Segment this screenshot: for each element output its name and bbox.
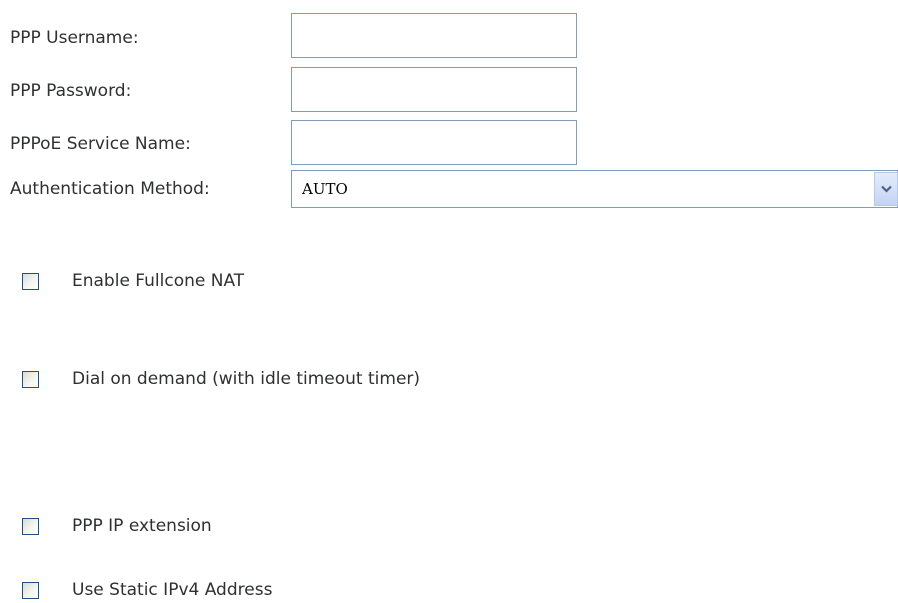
dial-on-demand-checkbox[interactable]	[22, 371, 39, 388]
ppp-settings-form: PPP Username: PPP Password: PPPoE Servic…	[0, 0, 898, 603]
dropdown-button[interactable]	[874, 172, 898, 206]
ppp-password-label: PPP Password:	[10, 81, 132, 101]
ppp-password-input[interactable]	[291, 67, 577, 112]
ppp-username-label: PPP Username:	[10, 28, 139, 48]
static-ipv4-checkbox[interactable]	[22, 582, 39, 599]
chevron-down-icon	[881, 185, 892, 193]
authentication-method-select[interactable]: AUTO	[291, 170, 898, 208]
pppoe-service-name-label: PPPoE Service Name:	[10, 134, 191, 154]
ppp-ip-extension-label: PPP IP extension	[72, 516, 212, 536]
ppp-ip-extension-checkbox[interactable]	[22, 518, 39, 535]
static-ipv4-label: Use Static IPv4 Address	[72, 580, 273, 600]
pppoe-service-name-input[interactable]	[291, 120, 577, 165]
fullcone-nat-checkbox[interactable]	[22, 273, 39, 290]
fullcone-nat-label: Enable Fullcone NAT	[72, 271, 245, 291]
authentication-method-value: AUTO	[302, 180, 348, 198]
dial-on-demand-label: Dial on demand (with idle timeout timer)	[72, 369, 421, 389]
ppp-username-input[interactable]	[291, 13, 577, 58]
authentication-method-label: Authentication Method:	[10, 179, 210, 199]
